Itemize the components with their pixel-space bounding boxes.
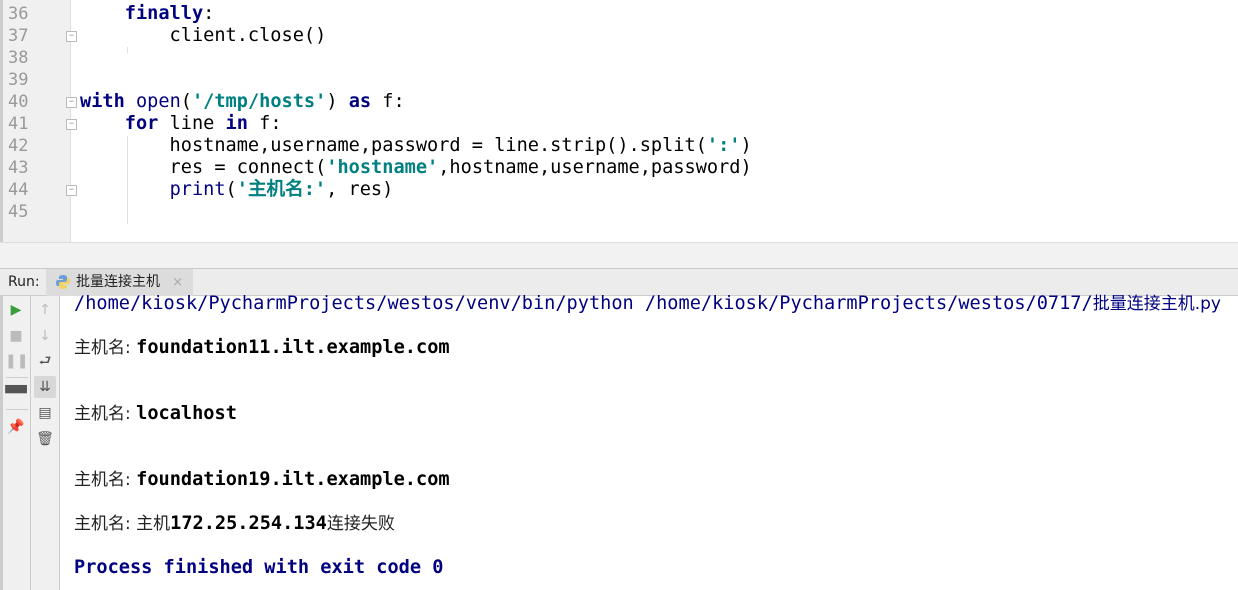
code-token: hostname,username,password = line.strip(… <box>80 135 707 156</box>
close-tab-icon[interactable]: × <box>172 269 183 296</box>
line-number: 42 <box>8 136 29 156</box>
print-icon[interactable]: ▤ <box>34 402 56 424</box>
code-token: '主机名:' <box>236 179 327 200</box>
line-number: 39 <box>8 70 29 90</box>
console-output-line: 主机名: 主机172.25.254.134连接失败 <box>74 513 395 534</box>
run-toolbar-right: ↑ ↓ ⮐ ⇊ ▤ 🗑 <box>31 296 60 590</box>
line-number: 45 <box>8 202 29 222</box>
pause-icon[interactable]: ❚❚ <box>5 350 28 372</box>
indent-guide <box>127 47 128 53</box>
code-token: ( <box>225 179 237 200</box>
code-token: as <box>348 91 372 112</box>
fold-toggle-icon[interactable]: − <box>66 31 77 42</box>
code-token: print <box>169 179 226 200</box>
run-toolbar-left: ▶ ■ ❚❚ ▀▀ 📌 <box>0 296 31 590</box>
run-icon[interactable]: ▶ <box>5 299 27 321</box>
run-label: Run: <box>8 274 40 290</box>
code-token: with <box>80 91 125 112</box>
console-command: /home/kiosk/PycharmProjects/westos/venv/… <box>74 293 1221 314</box>
trash-icon[interactable]: 🗑 <box>34 428 56 450</box>
code-line: for line in f: <box>80 113 282 135</box>
code-line: res = connect('hostname',hostname,userna… <box>80 157 752 179</box>
code-line: print('主机名:', res) <box>80 179 394 201</box>
up-arrow-icon[interactable]: ↑ <box>34 299 56 321</box>
code-token: : <box>203 3 215 24</box>
code-token: ':' <box>706 135 741 156</box>
code-token: in <box>225 113 248 134</box>
console-output-line: 主机名: localhost <box>74 403 237 424</box>
line-number: 41 <box>8 114 29 134</box>
run-tool-window-header: Run: 批量连接主机 × <box>0 268 1238 296</box>
run-tab-label: 批量连接主机 <box>76 274 160 290</box>
code-token: f: <box>247 113 282 134</box>
code-token: '/tmp/hosts' <box>191 91 327 112</box>
pin-icon[interactable]: 📌 <box>5 416 27 438</box>
fold-toggle-icon[interactable]: − <box>66 97 77 108</box>
layout-icon[interactable]: ▀▀ <box>5 383 27 405</box>
code-token: for <box>124 113 159 134</box>
line-number: 44 <box>8 180 29 200</box>
console-output-line: 主机名: foundation11.ilt.example.com <box>74 337 450 358</box>
python-icon <box>56 275 70 289</box>
code-line: hostname,username,password = line.strip(… <box>80 135 752 157</box>
code-token: finally <box>124 3 204 24</box>
code-token: ) <box>326 91 349 112</box>
console-output-line: 主机名: foundation19.ilt.example.com <box>74 469 450 490</box>
line-number: 38 <box>8 48 29 68</box>
code-token: 'hostname' <box>326 157 439 178</box>
code-token: res = connect( <box>80 157 327 178</box>
code-editor[interactable]: 36 finally: 37− client.close() 38 39 40− with… <box>0 0 1238 242</box>
code-token: open <box>135 91 181 112</box>
code-token: , res) <box>326 179 394 200</box>
scroll-to-end-icon[interactable]: ⇊ <box>34 376 56 398</box>
line-number: 43 <box>8 158 29 178</box>
run-tab[interactable]: 批量连接主机 × <box>46 269 193 296</box>
code-token: f: <box>371 91 405 112</box>
code-token: ) <box>740 135 752 156</box>
console-exit-message: Process finished with exit code 0 <box>74 557 444 578</box>
code-line: finally: <box>80 3 215 25</box>
code-line: client.close() <box>80 25 327 47</box>
code-line: with open('/tmp/hosts') as f: <box>80 91 405 113</box>
line-number: 36 <box>8 4 29 24</box>
line-number: 40 <box>8 92 29 112</box>
fold-toggle-icon[interactable]: − <box>66 119 77 130</box>
editor-status-gap <box>0 242 1238 268</box>
code-token: ( <box>180 91 192 112</box>
down-arrow-icon[interactable]: ↓ <box>34 325 56 347</box>
line-number: 37 <box>8 26 29 46</box>
fold-toggle-icon[interactable]: − <box>66 185 77 196</box>
code-token: line <box>158 113 226 134</box>
soft-wrap-icon[interactable]: ⮐ <box>34 350 56 372</box>
code-token: ,hostname,username,password) <box>438 157 752 178</box>
stop-icon[interactable]: ■ <box>5 325 27 347</box>
code-token: client.close() <box>80 25 327 46</box>
